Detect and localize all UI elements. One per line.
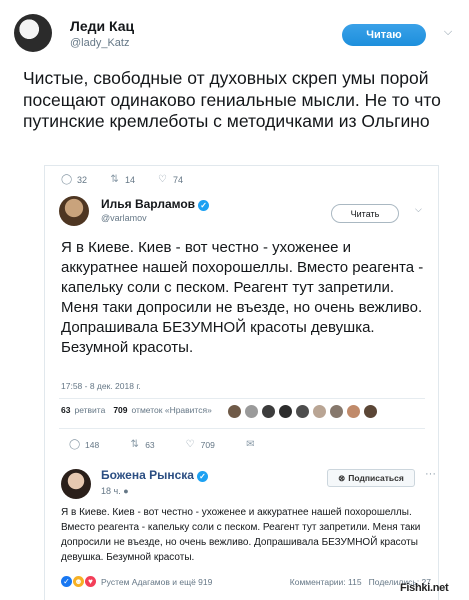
embedded-author-handle[interactable]: @varlamov <box>101 213 147 223</box>
follow-button[interactable]: Читаю <box>342 24 426 46</box>
repost-author-name[interactable]: Божена Рынска ✓ <box>101 468 208 482</box>
love-reaction-icon: ♥ <box>85 576 96 587</box>
avatar[interactable] <box>61 469 91 499</box>
top-stats-row: ◯ 32 ⇅ 14 ♡ 74 <box>61 174 183 185</box>
rss-icon: ⊗ <box>338 472 346 483</box>
chevron-down-icon[interactable]: ⌵ <box>415 204 422 215</box>
embedded-author-name-text: Илья Варламов <box>101 197 196 211</box>
tweet-actions: ◯ 148 ⇅ 63 ♡ 709 ✉ <box>69 439 256 450</box>
heart-icon: ♡ <box>158 174 168 185</box>
repost-footer: ✓ ☻ ♥ Рустем Адагамов и ещё 919 Коммента… <box>61 576 431 587</box>
avatar[interactable] <box>295 404 310 419</box>
message-button[interactable]: ✉ <box>245 439 256 450</box>
retweet-count: 63 <box>145 439 155 450</box>
retweet-count: 14 <box>125 174 136 185</box>
liker-avatars <box>227 404 378 419</box>
repost-time[interactable]: 18 ч. ● <box>101 486 129 496</box>
tweet-timestamp[interactable]: 17:58 - 8 дек. 2018 г. <box>61 381 141 391</box>
like-count: 74 <box>173 174 184 185</box>
like-button[interactable]: ♡ 709 <box>185 439 215 450</box>
comments-count[interactable]: Комментарии: 115 <box>290 577 362 587</box>
watermark: Fishki.net <box>400 582 449 594</box>
retweet-icon: ⇅ <box>130 439 139 450</box>
chevron-down-icon[interactable]: ⌵ <box>440 26 456 42</box>
avatar[interactable] <box>59 196 89 226</box>
retweet-icon: ⇅ <box>110 174 119 185</box>
verified-icon: ✓ <box>198 200 210 211</box>
avatar[interactable] <box>227 404 242 419</box>
heart-icon: ♡ <box>185 439 195 450</box>
avatar[interactable] <box>329 404 344 419</box>
retweets-label[interactable]: ретвита <box>74 405 105 415</box>
more-options-icon[interactable]: ··· <box>425 468 436 480</box>
repost-text: Я в Киеве. Киев - вот честно - ухоженее … <box>61 507 421 563</box>
engagement-summary: 63 ретвита 709 отметок «Нравится» <box>61 405 212 415</box>
haha-reaction-icon: ☻ <box>73 576 84 587</box>
reactions-text[interactable]: Рустем Адагамов и ещё 919 <box>101 577 212 587</box>
retweets-total: 63 <box>61 405 71 415</box>
repost-time-text: 18 ч. <box>101 486 121 496</box>
avatar[interactable] <box>363 404 378 419</box>
like-stat[interactable]: ♡ 74 <box>157 174 183 185</box>
reactions-icons[interactable]: ✓ ☻ ♥ <box>61 576 96 587</box>
retweet-button[interactable]: ⇅ 63 <box>129 439 154 450</box>
outer-tweet-header: Леди Кац @lady_Katz Читаю ⌵ <box>14 12 459 56</box>
likes-total: 709 <box>113 405 128 415</box>
tweet-text: Чистые, свободные от духовных скреп умы … <box>23 68 441 131</box>
reply-count: 32 <box>77 174 88 185</box>
divider <box>59 398 425 399</box>
avatar[interactable] <box>346 404 361 419</box>
reply-count: 148 <box>85 439 100 450</box>
reply-icon: ◯ <box>69 439 81 450</box>
envelope-icon: ✉ <box>246 439 255 450</box>
embedded-tweet-text: Я в Киеве. Киев - вот честно - ухоженее … <box>61 239 424 356</box>
avatar[interactable] <box>14 14 52 52</box>
repost-author-name-text: Божена Рынска <box>101 468 194 482</box>
subscribe-label: Подписаться <box>348 473 404 483</box>
embedded-screenshot: ◯ 32 ⇅ 14 ♡ 74 Илья Варламов ✓ @varlamov … <box>44 165 439 600</box>
like-reaction-icon: ✓ <box>61 576 72 587</box>
verified-icon: ✓ <box>196 471 208 482</box>
author-handle[interactable]: @lady_Katz <box>70 37 129 49</box>
avatar[interactable] <box>244 404 259 419</box>
avatar[interactable] <box>261 404 276 419</box>
retweet-stat[interactable]: ⇅ 14 <box>109 174 135 185</box>
globe-icon: ● <box>123 486 129 496</box>
read-button[interactable]: Читать <box>331 204 399 223</box>
like-count: 709 <box>200 439 215 450</box>
subscribe-button[interactable]: ⊗ Подписаться <box>327 469 415 487</box>
avatar[interactable] <box>312 404 327 419</box>
divider <box>59 428 425 429</box>
avatar[interactable] <box>278 404 293 419</box>
reply-stat[interactable]: ◯ 32 <box>61 174 87 185</box>
likes-label[interactable]: отметок «Нравится» <box>132 405 212 415</box>
embedded-author-name[interactable]: Илья Варламов ✓ <box>101 197 210 211</box>
reply-button[interactable]: ◯ 148 <box>69 439 99 450</box>
author-name[interactable]: Леди Кац <box>70 18 134 34</box>
reply-icon: ◯ <box>61 174 73 185</box>
